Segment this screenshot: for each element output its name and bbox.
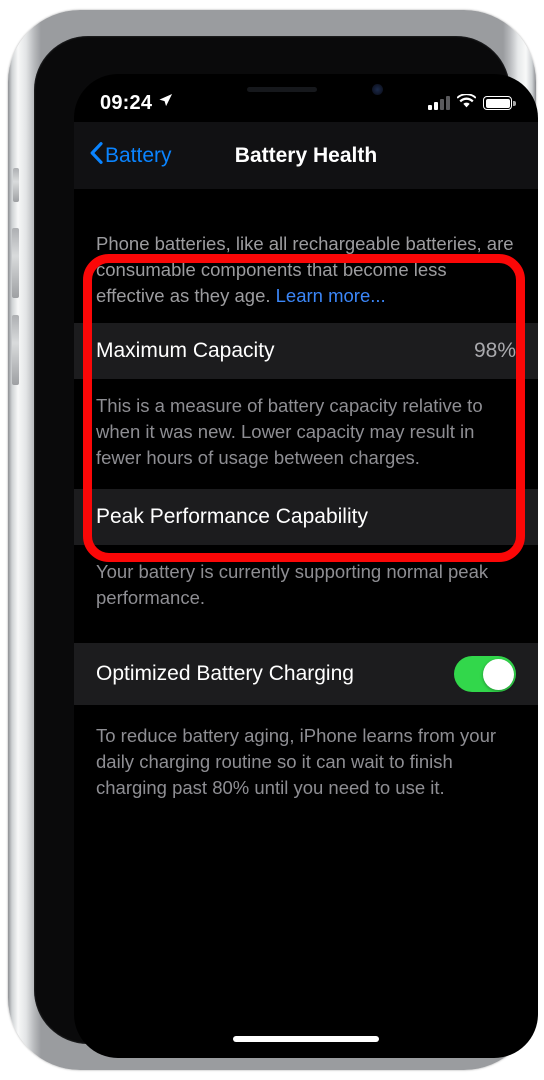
earpiece-speaker-icon (247, 87, 317, 92)
maximum-capacity-description: This is a measure of battery capacity re… (74, 379, 538, 489)
optimized-battery-charging-description: To reduce battery aging, iPhone learns f… (74, 705, 538, 819)
back-button-label: Battery (105, 143, 172, 167)
phone-screen: 09:24 Battery Battery Health Phone batte… (74, 74, 538, 1058)
battery-health-intro-text: Phone batteries, like all rechargeable b… (74, 189, 538, 323)
maximum-capacity-value: 98% (473, 339, 516, 362)
status-bar-left: 09:24 (100, 92, 173, 115)
optimized-battery-charging-toggle[interactable] (454, 656, 516, 692)
volume-up-button[interactable] (12, 228, 19, 298)
status-time: 09:24 (100, 91, 153, 114)
screenshot-stage: 09:24 Battery Battery Health Phone batte… (0, 0, 544, 1080)
peak-performance-label: Peak Performance Capability (96, 505, 368, 528)
settings-content: Phone batteries, like all rechargeable b… (74, 189, 538, 1058)
notch (199, 74, 413, 107)
phone-frame: 09:24 Battery Battery Health Phone batte… (8, 10, 538, 1070)
navigation-bar: Battery Battery Health (74, 122, 538, 189)
optimized-charging-group: Optimized Battery Charging To reduce bat… (74, 643, 538, 819)
maximum-capacity-row[interactable]: Maximum Capacity 98% (74, 323, 538, 379)
optimized-battery-charging-row[interactable]: Optimized Battery Charging (74, 643, 538, 705)
maximum-capacity-label: Maximum Capacity (96, 339, 275, 362)
battery-icon (483, 96, 516, 110)
location-arrow-icon (158, 93, 173, 113)
volume-down-button[interactable] (12, 315, 19, 385)
learn-more-link[interactable]: Learn more... (276, 285, 386, 306)
chevron-left-icon (90, 141, 103, 170)
wifi-icon (456, 92, 477, 113)
front-camera-icon (372, 84, 383, 95)
back-button[interactable]: Battery (90, 141, 172, 170)
cellular-signal-icon (428, 95, 450, 110)
status-bar-right (428, 92, 516, 113)
mute-switch-button[interactable] (13, 168, 19, 202)
optimized-battery-charging-label: Optimized Battery Charging (96, 662, 354, 685)
phone-bezel: 09:24 Battery Battery Health Phone batte… (34, 36, 538, 1058)
peak-performance-description: Your battery is currently supporting nor… (74, 545, 538, 629)
toggle-knob (482, 658, 514, 690)
peak-performance-row[interactable]: Peak Performance Capability (74, 489, 538, 545)
battery-health-group: Maximum Capacity 98% This is a measure o… (74, 323, 538, 629)
home-indicator[interactable] (233, 1036, 379, 1042)
group-spacer (74, 629, 538, 643)
